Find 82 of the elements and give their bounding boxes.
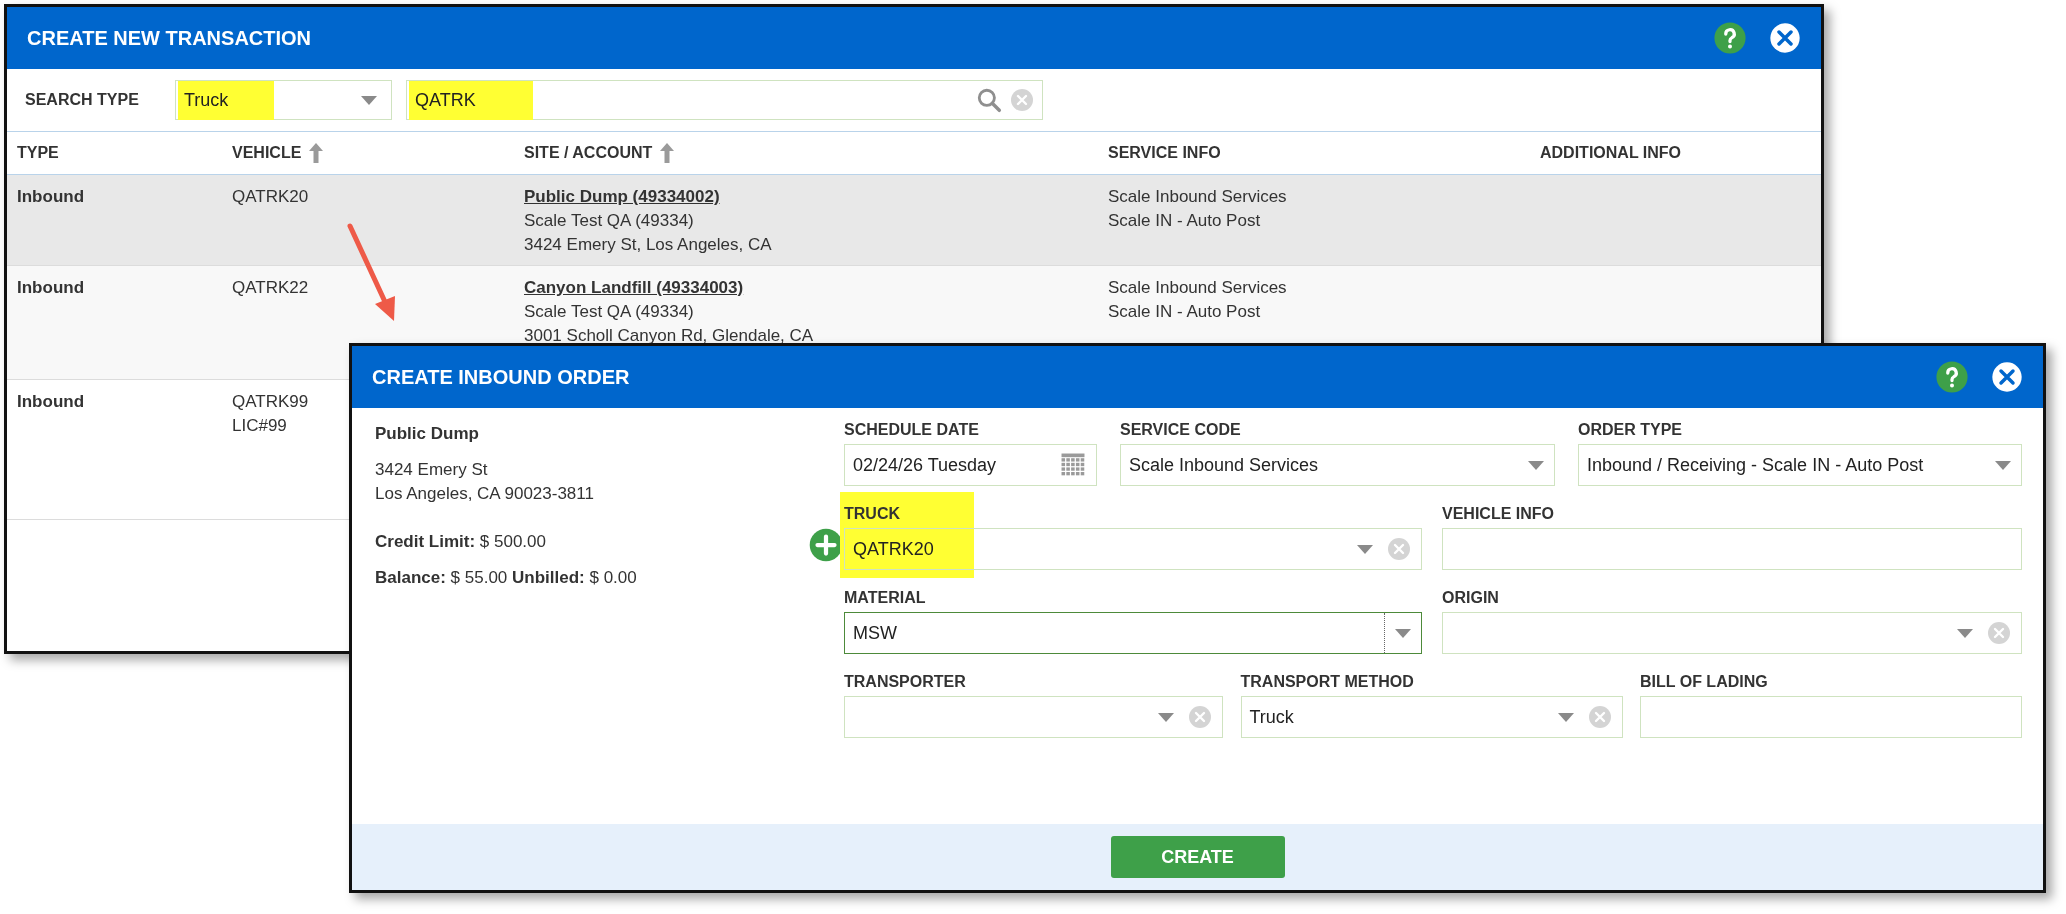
credit-limit-text: Credit Limit: $ 500.00 (375, 531, 547, 553)
site-link[interactable]: Public Dump (49334002) (524, 185, 720, 209)
column-header[interactable]: ADDITIONAL INFO (1540, 141, 1682, 165)
table-cell-text: Scale IN - Auto Post (1108, 210, 1261, 232)
help-icon[interactable] (1713, 21, 1747, 55)
field-label: ORIGIN (1442, 588, 1499, 608)
dropdown-field[interactable]: Truck (1240, 696, 1623, 738)
input-field[interactable] (1640, 696, 2022, 738)
field-value: Scale Inbound Services (1129, 453, 1319, 477)
table-cell-text: 3001 Scholl Canyon Rd, Glendale, CA (524, 325, 814, 347)
dialog-title: CREATE NEW TRANSACTION (27, 26, 312, 51)
dropdown-field[interactable]: Scale Inbound Services (1120, 444, 1555, 486)
customer-name: Public Dump (375, 423, 480, 445)
field-value: 02/24/26 Tuesday (853, 453, 997, 477)
table-cell-text: Scale Inbound Services (1108, 277, 1287, 299)
table-cell-text: Scale Test QA (49334) (524, 210, 694, 232)
field-value: Inbound / Receiving - Scale IN - Auto Post (1587, 453, 1924, 477)
customer-address: 3424 Emery St (375, 459, 489, 481)
input-field[interactable] (1442, 528, 2022, 570)
table-cell-text: QATRK22 (232, 277, 309, 299)
field-label: SERVICE CODE (1120, 420, 1241, 440)
dropdown-field[interactable] (1442, 612, 2022, 654)
search-type-select[interactable]: Truck (175, 80, 392, 120)
dropdown-field[interactable]: Inbound / Receiving - Scale IN - Auto Post (1578, 444, 2022, 486)
column-header[interactable]: SITE / ACCOUNT (524, 141, 675, 165)
customer-address: Los Angeles, CA 90023-3811 (375, 483, 595, 505)
field-value: MSW (853, 621, 897, 645)
caret-icon (1395, 628, 1411, 638)
close-icon[interactable] (1991, 361, 2023, 393)
table-row[interactable]: Inbound QATRK20 Public Dump (49334002) Scale Test QA (49334) 3424 Emery St, Los Angeles, CA Scale Inbound Services Scale IN - Auto Post (7, 175, 1821, 266)
field-label: SCHEDULE DATE (844, 420, 979, 440)
dropdown-field[interactable] (844, 696, 1223, 738)
caret-icon (1158, 712, 1174, 722)
add-icon[interactable] (809, 528, 843, 562)
help-icon[interactable] (1935, 360, 1969, 394)
table-cell: Inbound (17, 392, 85, 411)
sort-arrow-icon[interactable] (660, 143, 675, 163)
table-cell-text: Scale Inbound Services (1108, 186, 1287, 208)
column-header[interactable]: VEHICLE (232, 141, 324, 165)
field-label: VEHICLE INFO (1442, 504, 1554, 524)
caret-icon (361, 95, 377, 105)
site-link[interactable]: Canyon Landfill (49334003) (524, 276, 744, 300)
sort-arrow-icon[interactable] (309, 143, 324, 163)
search-field[interactable]: QATRK (406, 80, 1043, 120)
field-label: TRANSPORT METHOD (1240, 672, 1414, 692)
dropdown-field[interactable]: MSW (844, 612, 1422, 654)
field-label: TRUCK (844, 504, 900, 524)
field-value: QATRK20 (853, 537, 934, 561)
clear-icon[interactable] (1387, 537, 1411, 561)
table-cell: Inbound (17, 187, 85, 206)
field-label: ORDER TYPE (1578, 420, 1682, 440)
search-query-value: QATRK (409, 80, 533, 120)
column-header[interactable]: SERVICE INFO (1108, 141, 1221, 165)
caret-icon (1528, 460, 1544, 470)
table-cell-text: QATRK20 (232, 186, 309, 208)
column-header[interactable]: TYPE (17, 141, 59, 165)
clear-icon[interactable] (1010, 88, 1034, 112)
search-icon[interactable] (976, 87, 1002, 113)
table-cell-text: QATRK99 (232, 391, 309, 413)
search-type-value: Truck (178, 80, 274, 120)
caret-icon (1957, 628, 1973, 638)
field-value: Truck (1249, 705, 1294, 729)
field-label: MATERIAL (844, 588, 926, 608)
field-label: BILL OF LADING (1640, 672, 1768, 692)
caret-icon (1357, 544, 1373, 554)
balance-text: Balance: $ 55.00 Unbilled: $ 0.00 (375, 567, 638, 589)
caret-icon (1557, 712, 1574, 722)
caret-icon (1995, 460, 2011, 470)
field-label: TRANSPORTER (844, 672, 966, 692)
close-icon[interactable] (1769, 22, 1801, 54)
table-cell-text: Scale IN - Auto Post (1108, 301, 1261, 323)
search-type-label: SEARCH TYPE (25, 90, 140, 110)
clear-icon[interactable] (1987, 621, 2011, 645)
table-cell: Inbound (17, 278, 85, 297)
table-cell-text: LIC#99 (232, 415, 287, 437)
calendar-icon[interactable] (1060, 453, 1086, 477)
dropdown-field[interactable]: QATRK20 (844, 528, 1422, 570)
table-cell-text: 3424 Emery St, Los Angeles, CA (524, 234, 772, 256)
table-cell-text: Scale Test QA (49334) (524, 301, 694, 323)
date-field[interactable]: 02/24/26 Tuesday (844, 444, 1097, 486)
clear-icon[interactable] (1188, 705, 1212, 729)
clear-icon[interactable] (1587, 705, 1612, 729)
